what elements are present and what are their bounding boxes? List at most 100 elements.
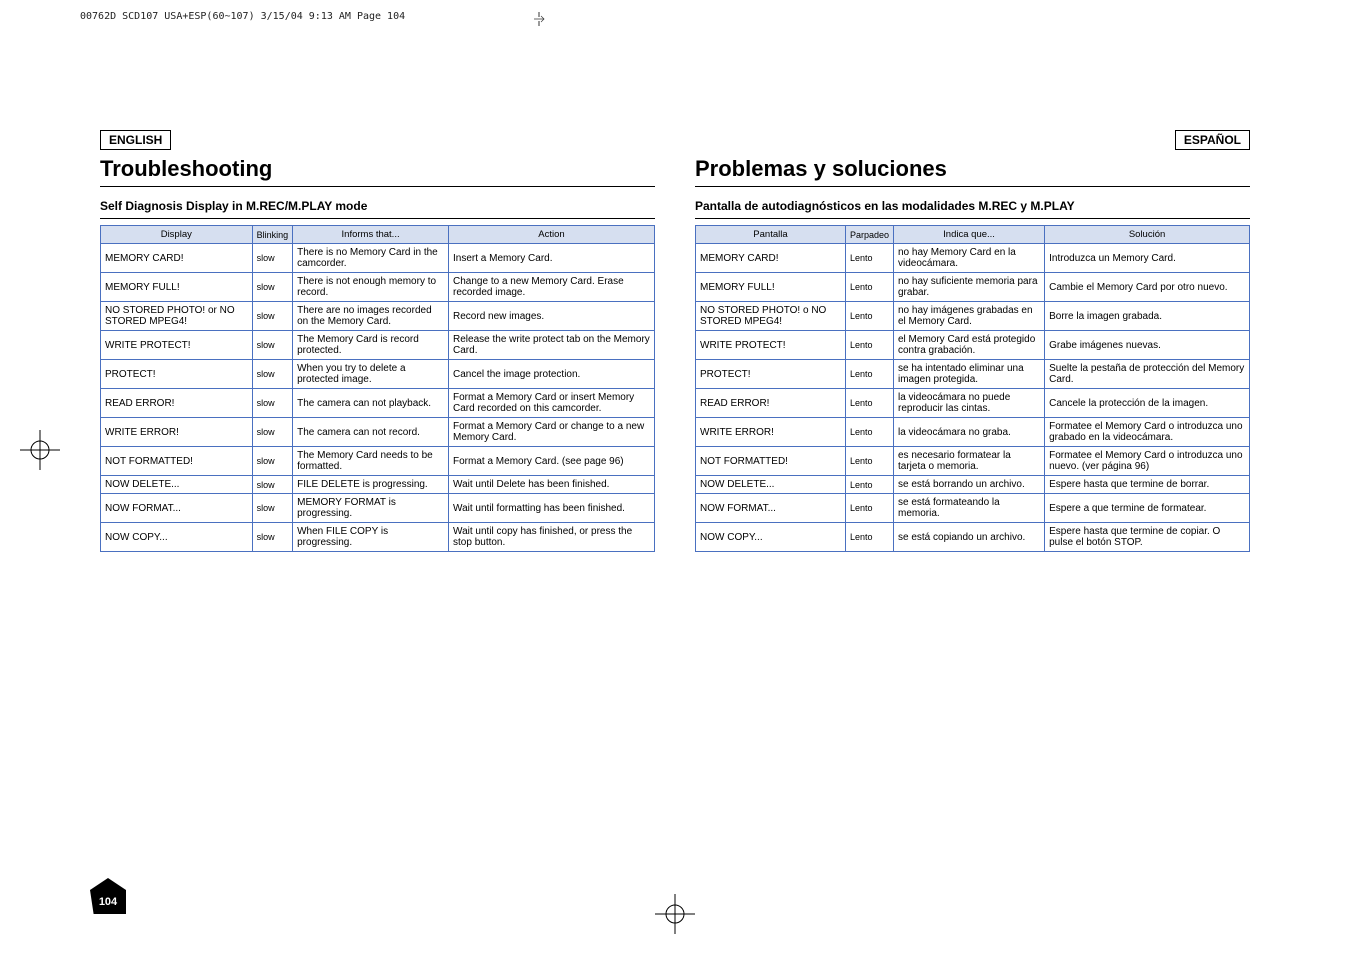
diagnosis-table-en: Display Blinking Informs that... Action … [100, 225, 655, 552]
col-header: Solución [1045, 226, 1250, 244]
table-row: NO STORED PHOTO! or NO STORED MPEG4!slow… [101, 302, 655, 331]
table-cell: slow [252, 302, 293, 331]
table-cell: Format a Memory Card or insert Memory Ca… [449, 389, 655, 418]
table-cell: Cancel the image protection. [449, 360, 655, 389]
table-cell: NOW FORMAT... [696, 494, 846, 523]
table-row: MEMORY CARD!Lentono hay Memory Card en l… [696, 244, 1250, 273]
table-cell: PROTECT! [696, 360, 846, 389]
table-cell: Introduzca un Memory Card. [1045, 244, 1250, 273]
table-cell: Lento [845, 302, 893, 331]
table-row: NOW FORMAT...slowMEMORY FORMAT is progre… [101, 494, 655, 523]
table-cell: slow [252, 244, 293, 273]
table-cell: NOW DELETE... [101, 476, 253, 494]
table-row: WRITE PROTECT!slowThe Memory Card is rec… [101, 331, 655, 360]
table-cell: slow [252, 418, 293, 447]
left-column: ENGLISH Troubleshooting Self Diagnosis D… [100, 130, 655, 552]
table-cell: MEMORY CARD! [696, 244, 846, 273]
table-cell: MEMORY FULL! [101, 273, 253, 302]
table-cell: There is not enough memory to record. [293, 273, 449, 302]
table-cell: Formatee el Memory Card o introduzca uno… [1045, 447, 1250, 476]
table-cell: Formatee el Memory Card o introduzca uno… [1045, 418, 1250, 447]
page-badge-decoration [90, 878, 126, 890]
table-cell: Cambie el Memory Card por otro nuevo. [1045, 273, 1250, 302]
table-cell: Wait until formatting has been finished. [449, 494, 655, 523]
language-badge-en: ENGLISH [100, 130, 171, 150]
language-badge-es: ESPAÑOL [1175, 130, 1250, 150]
table-cell: The Memory Card needs to be formatted. [293, 447, 449, 476]
table-cell: slow [252, 476, 293, 494]
subsection-title-en: Self Diagnosis Display in M.REC/M.PLAY m… [100, 199, 367, 213]
section-title-en: Troubleshooting [100, 156, 655, 187]
diagnosis-table-es: Pantalla Parpadeo Indica que... Solución… [695, 225, 1250, 552]
table-cell: la videocámara no puede reproducir las c… [893, 389, 1044, 418]
table-cell: The camera can not playback. [293, 389, 449, 418]
table-cell: es necesario formatear la tarjeta o memo… [893, 447, 1044, 476]
table-cell: slow [252, 523, 293, 552]
table-cell: The camera can not record. [293, 418, 449, 447]
table-cell: slow [252, 447, 293, 476]
table-cell: se ha intentado eliminar una imagen prot… [893, 360, 1044, 389]
section-title-es: Problemas y soluciones [695, 156, 1250, 187]
col-header: Action [449, 226, 655, 244]
table-cell: When FILE COPY is progressing. [293, 523, 449, 552]
table-cell: se está formateando la memoria. [893, 494, 1044, 523]
table-cell: el Memory Card está protegido contra gra… [893, 331, 1044, 360]
table-cell: MEMORY CARD! [101, 244, 253, 273]
table-cell: Lento [845, 494, 893, 523]
table-cell: NOT FORMATTED! [101, 447, 253, 476]
table-cell: Espere hasta que termine de copiar. O pu… [1045, 523, 1250, 552]
table-row: MEMORY FULL!Lentono hay suficiente memor… [696, 273, 1250, 302]
table-cell: Change to a new Memory Card. Erase recor… [449, 273, 655, 302]
table-cell: Lento [845, 418, 893, 447]
registration-mark-icon [655, 894, 695, 934]
table-row: NOT FORMATTED!slowThe Memory Card needs … [101, 447, 655, 476]
table-cell: Lento [845, 360, 893, 389]
table-cell: When you try to delete a protected image… [293, 360, 449, 389]
table-cell: NOW COPY... [101, 523, 253, 552]
table-row: MEMORY FULL!slowThere is not enough memo… [101, 273, 655, 302]
table-cell: NOW DELETE... [696, 476, 846, 494]
table-cell: Grabe imágenes nuevas. [1045, 331, 1250, 360]
table-row: NO STORED PHOTO! o NO STORED MPEG4!Lento… [696, 302, 1250, 331]
col-header: Indica que... [893, 226, 1044, 244]
table-cell: NO STORED PHOTO! o NO STORED MPEG4! [696, 302, 846, 331]
table-row: NOW DELETE...slowFILE DELETE is progress… [101, 476, 655, 494]
table-row: NOT FORMATTED!Lentoes necesario formatea… [696, 447, 1250, 476]
table-cell: slow [252, 494, 293, 523]
table-row: WRITE ERROR!slowThe camera can not recor… [101, 418, 655, 447]
col-header: Informs that... [293, 226, 449, 244]
table-row: NOW FORMAT...Lentose está formateando la… [696, 494, 1250, 523]
table-cell: Suelte la pestaña de protección del Memo… [1045, 360, 1250, 389]
table-row: MEMORY CARD!slowThere is no Memory Card … [101, 244, 655, 273]
table-cell: Espere hasta que termine de borrar. [1045, 476, 1250, 494]
print-header: 00762D SCD107 USA+ESP(60~107) 3/15/04 9:… [80, 11, 405, 22]
table-cell: Wait until copy has finished, or press t… [449, 523, 655, 552]
table-cell: NOT FORMATTED! [696, 447, 846, 476]
table-cell: la videocámara no graba. [893, 418, 1044, 447]
table-cell: Insert a Memory Card. [449, 244, 655, 273]
table-cell: WRITE ERROR! [101, 418, 253, 447]
table-cell: There is no Memory Card in the camcorder… [293, 244, 449, 273]
table-cell: WRITE PROTECT! [696, 331, 846, 360]
page-number-badge: 104 [90, 890, 126, 914]
table-cell: no hay suficiente memoria para grabar. [893, 273, 1044, 302]
col-header: Blinking [252, 226, 293, 244]
table-cell: Lento [845, 273, 893, 302]
table-row: PROTECT!slowWhen you try to delete a pro… [101, 360, 655, 389]
table-cell: NOW COPY... [696, 523, 846, 552]
table-cell: WRITE ERROR! [696, 418, 846, 447]
table-row: NOW COPY...slowWhen FILE COPY is progres… [101, 523, 655, 552]
table-cell: MEMORY FULL! [696, 273, 846, 302]
table-cell: se está copiando un archivo. [893, 523, 1044, 552]
table-cell: Lento [845, 389, 893, 418]
table-cell: NOW FORMAT... [101, 494, 253, 523]
table-cell: Borre la imagen grabada. [1045, 302, 1250, 331]
table-cell: slow [252, 273, 293, 302]
table-cell: FILE DELETE is progressing. [293, 476, 449, 494]
table-cell: Format a Memory Card. (see page 96) [449, 447, 655, 476]
table-cell: Lento [845, 523, 893, 552]
table-row: READ ERROR!slowThe camera can not playba… [101, 389, 655, 418]
table-cell: se está borrando un archivo. [893, 476, 1044, 494]
table-cell: Cancele la protección de la imagen. [1045, 389, 1250, 418]
table-cell: no hay imágenes grabadas en el Memory Ca… [893, 302, 1044, 331]
